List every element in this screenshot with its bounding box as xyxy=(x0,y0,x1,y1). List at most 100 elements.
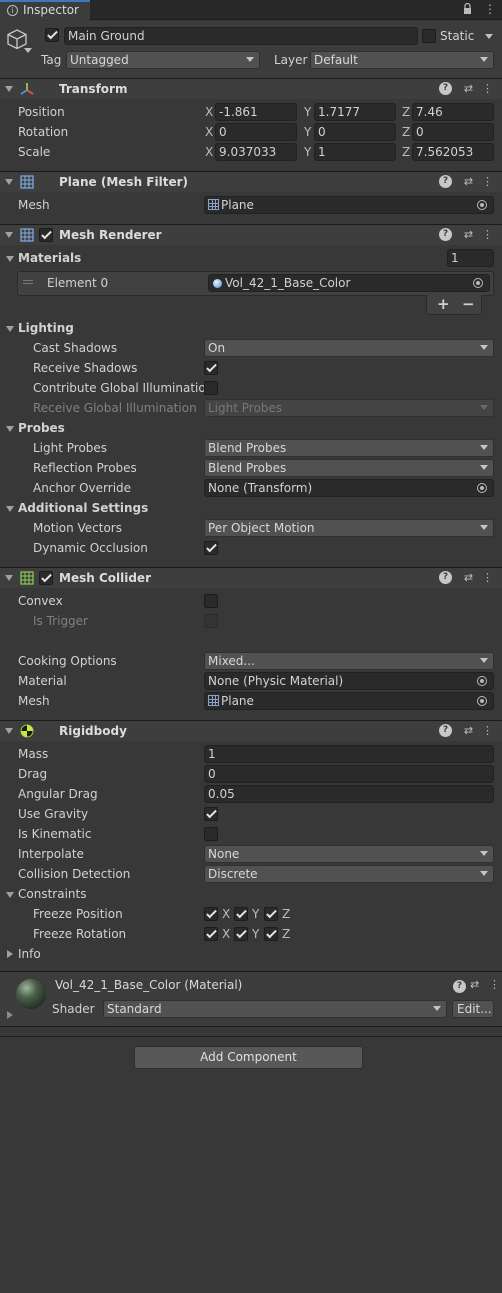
reflection-probes-dropdown[interactable]: Blend Probes xyxy=(204,459,494,477)
freeze-position-z-checkbox[interactable] xyxy=(264,907,278,921)
is-kinematic-checkbox[interactable] xyxy=(204,827,218,841)
inspector-tab[interactable]: i Inspector xyxy=(0,0,90,20)
kebab-menu-icon[interactable]: ⋮ xyxy=(481,724,494,737)
mesh-collider-header[interactable]: Mesh Collider ? ⇄ ⋮ xyxy=(0,567,502,588)
freeze-rotation-z-checkbox[interactable] xyxy=(264,927,278,941)
kebab-menu-icon[interactable]: ⋮ xyxy=(484,2,496,16)
foldout-arrow-icon[interactable] xyxy=(5,179,13,185)
freeze-position-x-checkbox[interactable] xyxy=(204,907,218,921)
collision-detection-dropdown[interactable]: Discrete xyxy=(204,865,494,883)
lock-icon[interactable] xyxy=(463,2,472,14)
contribute-gi-checkbox[interactable] xyxy=(204,381,218,395)
cooking-options-dropdown[interactable]: Mixed... xyxy=(204,652,494,670)
presets-icon[interactable]: ⇄ xyxy=(462,228,475,241)
position-x-field[interactable]: -1.861 xyxy=(215,103,297,121)
material-foldout-icon[interactable] xyxy=(7,1011,13,1019)
use-gravity-checkbox[interactable] xyxy=(204,807,218,821)
help-icon[interactable]: ? xyxy=(439,724,452,737)
collider-mesh-field[interactable]: Plane xyxy=(204,692,494,710)
shader-dropdown[interactable]: Standard xyxy=(103,1000,447,1018)
material-label: Material xyxy=(18,674,67,688)
scale-x-field[interactable]: 9.037033 xyxy=(215,143,297,161)
add-component-button[interactable]: Add Component xyxy=(134,1046,363,1069)
object-picker-icon[interactable] xyxy=(477,676,487,686)
cast-shadows-value: On xyxy=(208,341,226,355)
help-icon[interactable]: ? xyxy=(453,980,466,993)
freeze-position-y-checkbox[interactable] xyxy=(234,907,248,921)
angular-drag-field[interactable]: 0.05 xyxy=(204,785,494,803)
interpolate-dropdown[interactable]: None xyxy=(204,845,494,863)
constraints-foldout-icon[interactable] xyxy=(6,892,14,898)
help-icon[interactable]: ? xyxy=(439,175,452,188)
cast-shadows-dropdown[interactable]: On xyxy=(204,339,494,357)
position-y-field[interactable]: 1.7177 xyxy=(314,103,396,121)
enabled-checkbox[interactable] xyxy=(39,571,53,585)
transform-header[interactable]: Transform ? ⇄ ⋮ xyxy=(0,78,502,99)
presets-icon[interactable]: ⇄ xyxy=(462,175,475,188)
static-dropdown-arrow-icon[interactable] xyxy=(485,34,493,39)
materials-foldout-icon[interactable] xyxy=(6,256,14,262)
mass-field[interactable]: 1 xyxy=(204,745,494,763)
rigidbody-header[interactable]: Rigidbody ? ⇄ ⋮ xyxy=(0,720,502,741)
presets-icon[interactable]: ⇄ xyxy=(462,724,475,737)
materials-size-field[interactable]: 1 xyxy=(447,249,494,267)
mesh-object-field[interactable]: Plane xyxy=(204,196,494,214)
rotation-z-field[interactable]: 0 xyxy=(412,123,494,141)
kebab-menu-icon[interactable]: ⋮ xyxy=(489,978,500,991)
axis-y-label: Y xyxy=(252,927,260,941)
add-element-button[interactable]: + xyxy=(437,295,450,313)
probes-foldout-icon[interactable] xyxy=(6,426,14,432)
drag-handle-icon[interactable] xyxy=(23,280,33,284)
additional-settings-foldout-icon[interactable] xyxy=(6,506,14,512)
edit-shader-button[interactable]: Edit... xyxy=(452,1000,494,1018)
rotation-x-field[interactable]: 0 xyxy=(215,123,297,141)
active-checkbox[interactable] xyxy=(45,28,59,42)
object-picker-icon[interactable] xyxy=(473,278,483,288)
anchor-override-field[interactable]: None (Transform) xyxy=(204,479,494,497)
object-picker-icon[interactable] xyxy=(477,200,487,210)
help-icon[interactable]: ? xyxy=(439,571,452,584)
presets-icon[interactable]: ⇄ xyxy=(470,978,479,991)
presets-icon[interactable]: ⇄ xyxy=(462,571,475,584)
drag-field[interactable]: 0 xyxy=(204,765,494,783)
freeze-rotation-y-checkbox[interactable] xyxy=(234,927,248,941)
help-icon[interactable]: ? xyxy=(439,82,452,95)
mesh-filter-header[interactable]: Plane (Mesh Filter) ? ⇄ ⋮ xyxy=(0,171,502,192)
physic-material-field[interactable]: None (Physic Material) xyxy=(204,672,494,690)
remove-element-button[interactable]: − xyxy=(462,295,475,313)
foldout-arrow-icon[interactable] xyxy=(5,728,13,734)
presets-icon[interactable]: ⇄ xyxy=(462,82,475,95)
motion-vectors-dropdown[interactable]: Per Object Motion xyxy=(204,519,494,537)
enabled-checkbox[interactable] xyxy=(39,228,53,242)
receive-shadows-checkbox[interactable] xyxy=(204,361,218,375)
layer-dropdown[interactable]: Default xyxy=(310,51,494,69)
kebab-menu-icon[interactable]: ⋮ xyxy=(481,228,494,241)
freeze-rotation-x-checkbox[interactable] xyxy=(204,927,218,941)
convex-checkbox[interactable] xyxy=(204,594,218,608)
scale-y-field[interactable]: 1 xyxy=(314,143,396,161)
mesh-filter-icon xyxy=(20,175,34,189)
object-picker-icon[interactable] xyxy=(477,483,487,493)
mesh-renderer-header[interactable]: Mesh Renderer ? ⇄ ⋮ xyxy=(0,224,502,245)
light-probes-dropdown[interactable]: Blend Probes xyxy=(204,439,494,457)
tag-dropdown[interactable]: Untagged xyxy=(66,51,260,69)
help-icon[interactable]: ? xyxy=(439,228,452,241)
foldout-arrow-icon[interactable] xyxy=(5,232,13,238)
static-checkbox[interactable] xyxy=(422,29,436,43)
foldout-arrow-icon[interactable] xyxy=(5,575,13,581)
material-preview-sphere[interactable] xyxy=(16,979,46,1009)
foldout-arrow-icon[interactable] xyxy=(5,86,13,92)
rotation-y-field[interactable]: 0 xyxy=(314,123,396,141)
kebab-menu-icon[interactable]: ⋮ xyxy=(481,175,494,188)
name-field[interactable]: Main Ground xyxy=(64,27,418,45)
kebab-menu-icon[interactable]: ⋮ xyxy=(481,82,494,95)
info-foldout-icon[interactable] xyxy=(7,950,13,958)
kebab-menu-icon[interactable]: ⋮ xyxy=(481,571,494,584)
scale-z-field[interactable]: 7.562053 xyxy=(412,143,494,161)
dynamic-occlusion-checkbox[interactable] xyxy=(204,541,218,555)
object-picker-icon[interactable] xyxy=(477,696,487,706)
element0-object-field[interactable]: Vol_42_1_Base_Color xyxy=(208,274,490,292)
lighting-foldout-icon[interactable] xyxy=(6,326,14,332)
position-z-field[interactable]: 7.46 xyxy=(412,103,494,121)
icon-dropdown-arrow-icon[interactable] xyxy=(24,48,32,53)
